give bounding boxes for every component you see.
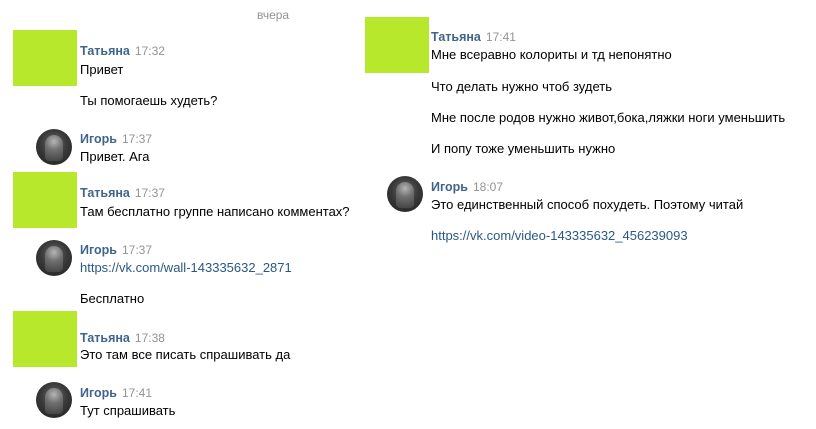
message-header: Татьяна 17:41 — [431, 29, 516, 44]
message-link[interactable]: https://vk.com/wall-143335632_2871 — [80, 260, 292, 275]
date-divider: вчера — [257, 8, 290, 22]
message-link[interactable]: https://vk.com/video-143335632_456239093 — [431, 228, 688, 243]
message-text: Ты помогаешь худеть? — [80, 93, 218, 108]
message-text: Это там все писать спрашивать да — [80, 347, 291, 362]
avatar[interactable] — [13, 172, 77, 228]
message-text: Что делать нужно чтоб зудеть — [431, 79, 612, 94]
sender-name[interactable]: Игорь — [80, 243, 117, 257]
message-text: Привет. Ага — [80, 149, 150, 164]
message-header: Игорь 17:37 — [80, 131, 152, 146]
sender-name[interactable]: Игорь — [80, 132, 117, 146]
avatar[interactable] — [36, 382, 72, 418]
message-header: Игорь 17:41 — [80, 385, 152, 400]
message-time[interactable]: 18:07 — [473, 180, 503, 194]
message-text: Привет — [80, 62, 124, 77]
message-text: Там бесплатно группе написано комментах? — [80, 204, 350, 219]
sender-name[interactable]: Татьяна — [431, 30, 481, 44]
sender-name[interactable]: Татьяна — [80, 186, 130, 200]
message-text: Бесплатно — [80, 291, 145, 306]
message-time[interactable]: 17:41 — [122, 386, 152, 400]
message-header: Татьяна 17:37 — [80, 185, 165, 200]
message-time[interactable]: 17:41 — [486, 30, 516, 44]
message-time[interactable]: 17:38 — [135, 331, 165, 345]
avatar[interactable] — [13, 30, 77, 86]
message-time[interactable]: 17:37 — [122, 132, 152, 146]
message-header: Татьяна 17:38 — [80, 330, 165, 345]
sender-name[interactable]: Игорь — [80, 386, 117, 400]
message-header: Игорь 18:07 — [431, 179, 503, 194]
sender-name[interactable]: Игорь — [431, 180, 468, 194]
message-header: Татьяна 17:32 — [80, 43, 165, 58]
avatar[interactable] — [13, 311, 77, 367]
message-header: Игорь 17:37 — [80, 242, 152, 257]
message-time[interactable]: 17:32 — [135, 44, 165, 58]
message-text: Это единственный способ похудеть. Поэтом… — [431, 197, 744, 212]
message-text: И попу тоже уменьшить нужно — [431, 141, 616, 156]
message-time[interactable]: 17:37 — [122, 243, 152, 257]
message-time[interactable]: 17:37 — [135, 186, 165, 200]
message-text: Тут спрашивать — [80, 403, 176, 418]
sender-name[interactable]: Татьяна — [80, 331, 130, 345]
message-text: Мне после родов нужно живот,бока,ляжки н… — [431, 110, 786, 125]
avatar[interactable] — [36, 129, 72, 165]
avatar[interactable] — [36, 240, 72, 276]
message-text: Мне всеравно колориты и тд непонятно — [431, 47, 672, 62]
avatar[interactable] — [387, 176, 423, 212]
sender-name[interactable]: Татьяна — [80, 44, 130, 58]
avatar[interactable] — [365, 17, 429, 73]
